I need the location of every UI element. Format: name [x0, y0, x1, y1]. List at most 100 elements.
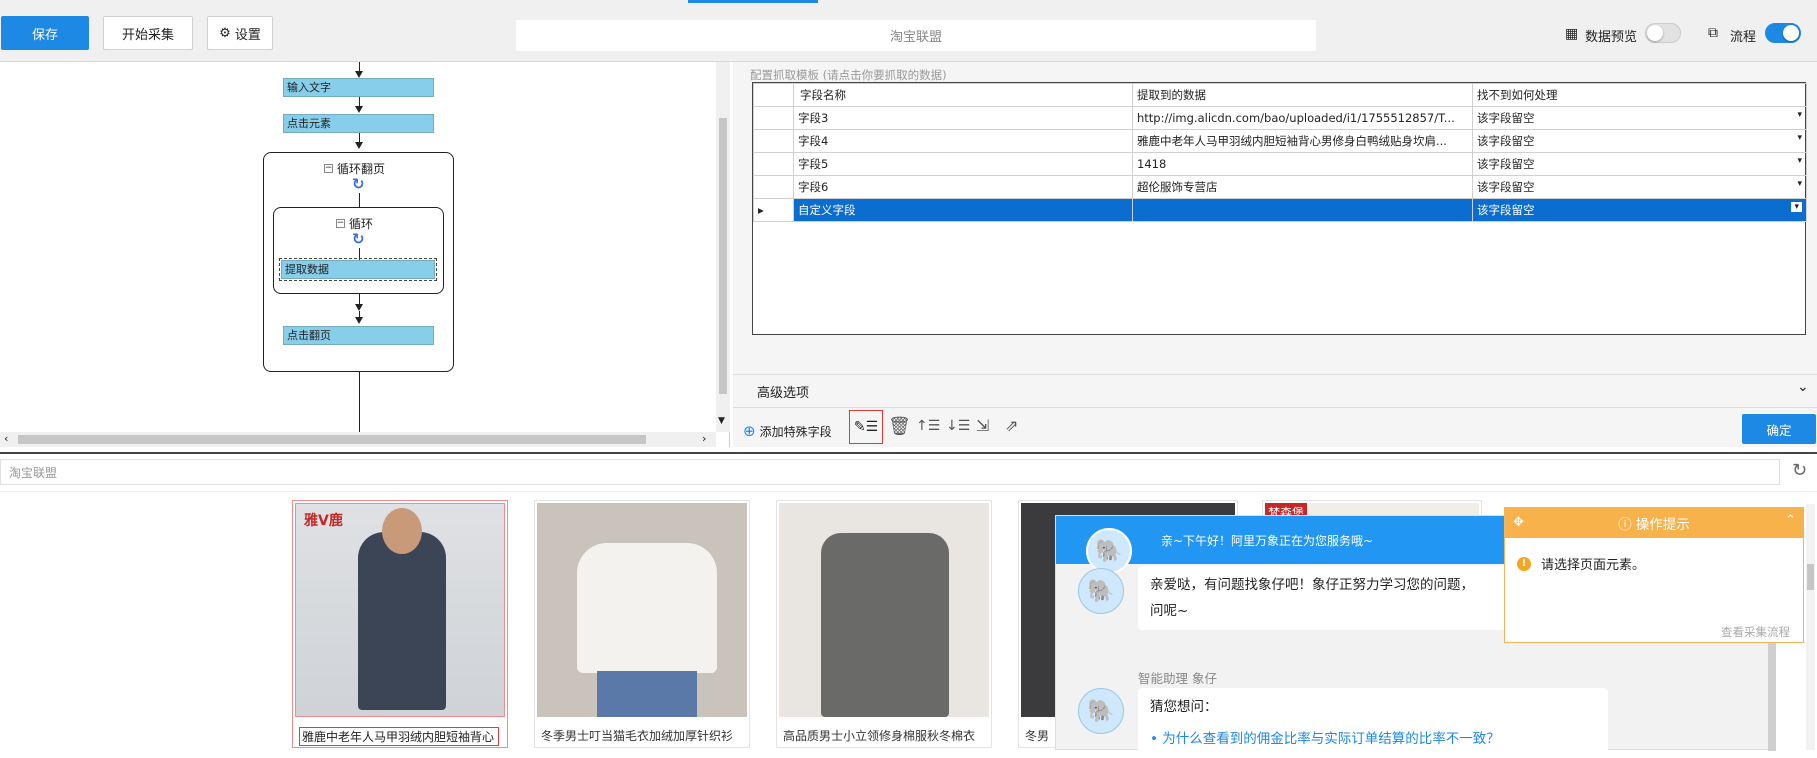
- handle-select[interactable]: ▾ 该字段留空: [1472, 106, 1807, 130]
- dropdown-icon[interactable]: ▾: [1797, 110, 1802, 120]
- person-head: [382, 508, 422, 554]
- advanced-options[interactable]: 高级选项: [757, 382, 809, 401]
- add-circle-icon: ⊕: [743, 422, 756, 440]
- suggested-question-link[interactable]: • 为什么查看到的佣金比率与实际订单结算的比率不一致？: [1150, 726, 1596, 752]
- flow-vertical-scrollbar[interactable]: ▼: [716, 62, 730, 432]
- handle-value: 该字段留空: [1477, 134, 1535, 148]
- delete-icon[interactable]: 🗑: [888, 416, 911, 437]
- row-indicator[interactable]: [753, 152, 794, 176]
- dropdown-icon[interactable]: ▾: [1797, 156, 1802, 166]
- guess-label: 猜您想问：: [1150, 699, 1218, 715]
- flow-node-extract-data[interactable]: 提取数据: [279, 258, 437, 281]
- row-indicator[interactable]: [753, 106, 794, 130]
- tip-title: 操作提示: [1635, 517, 1690, 533]
- column-header: 字段名称: [793, 83, 1133, 107]
- scroll-thumb[interactable]: [719, 118, 727, 394]
- loop-page-box[interactable]: − 循环翻页 ↻ − 循环 ↻ 提取数据 点击翻页: [263, 152, 454, 372]
- elephant-avatar-icon: 🐘: [1086, 528, 1132, 574]
- handle-select[interactable]: ▾ 该字段留空: [1472, 129, 1807, 153]
- product-image[interactable]: [537, 503, 747, 717]
- view-flow-link[interactable]: 查看采集流程: [1721, 624, 1790, 640]
- sweater-shape: [577, 543, 717, 673]
- export-icon[interactable]: ⇗: [1005, 416, 1018, 435]
- row-indicator[interactable]: [753, 175, 794, 199]
- table-row[interactable]: 字段3 http://img.alicdn.com/bao/uploaded/i1…: [753, 106, 1807, 130]
- confirm-button[interactable]: 确定: [1742, 414, 1816, 444]
- refresh-icon[interactable]: ↻: [1792, 460, 1807, 481]
- row-indicator[interactable]: [753, 129, 794, 153]
- table-row-selected[interactable]: ▸ 自定义字段 ▾ 该字段留空: [753, 198, 1807, 222]
- settings-button[interactable]: ⚙ 设置: [207, 16, 273, 50]
- collapse-up-icon[interactable]: ⌃: [1785, 513, 1796, 528]
- loop-icon: ↻: [352, 230, 365, 248]
- field-value-cell[interactable]: 1418: [1132, 152, 1473, 176]
- move-down-icon[interactable]: ↓☰: [946, 418, 970, 434]
- product-card[interactable]: 雅V鹿 雅鹿中老年人马甲羽绒内胆短袖背心: [292, 500, 508, 748]
- scroll-thumb[interactable]: [18, 435, 646, 444]
- product-card[interactable]: 高品质男士小立领修身棉服秋冬棉衣: [776, 500, 992, 748]
- loop-box[interactable]: − 循环 ↻ 提取数据: [273, 207, 444, 294]
- page-scrollbar[interactable]: [1806, 504, 1815, 750]
- flow-toggle[interactable]: [1765, 23, 1801, 43]
- product-image[interactable]: [779, 503, 989, 717]
- import-icon[interactable]: ⇲: [976, 416, 989, 435]
- table-row[interactable]: 字段4 雅鹿中老年人马甲羽绒内胆短袖背心男修身白鸭绒贴身坎肩... ▾ 该字段留空: [753, 129, 1807, 153]
- field-name-cell[interactable]: 字段3: [793, 106, 1133, 130]
- product-title[interactable]: 雅鹿中老年人马甲羽绒内胆短袖背心: [299, 727, 499, 746]
- field-name-cell[interactable]: 自定义字段: [793, 198, 1133, 222]
- vest-shape: [358, 532, 446, 710]
- start-collect-button[interactable]: 开始采集: [103, 16, 193, 50]
- page-url-title: 淘宝联盟: [516, 20, 1316, 51]
- field-value-cell[interactable]: 超伦服饰专营店: [1132, 175, 1473, 199]
- scroll-thumb[interactable]: [1807, 564, 1814, 590]
- field-value-cell[interactable]: [1132, 198, 1473, 222]
- row-pointer-icon[interactable]: ▸: [753, 198, 794, 222]
- handle-select[interactable]: ▾ 该字段留空: [1472, 152, 1807, 176]
- data-preview-toggle[interactable]: [1645, 23, 1681, 43]
- dropdown-icon[interactable]: ▾: [1797, 179, 1802, 189]
- field-grid: 字段名称 提取到的数据 找不到如何处理 字段3 http://img.alicdn…: [752, 82, 1807, 335]
- table-row[interactable]: 字段5 1418 ▾ 该字段留空: [753, 152, 1807, 176]
- product-image[interactable]: 雅V鹿: [295, 503, 505, 717]
- handle-select[interactable]: ▾ 该字段留空: [1472, 198, 1807, 222]
- drag-move-icon[interactable]: ✥: [1513, 515, 1524, 530]
- suggested-question-text[interactable]: 为什么查看到的佣金比率与实际订单结算的比率不一致？: [1162, 731, 1500, 747]
- add-special-label: 添加特殊字段: [759, 424, 832, 439]
- move-up-icon[interactable]: ↑☰: [916, 418, 940, 434]
- dropdown-icon[interactable]: ▾: [1797, 133, 1802, 143]
- add-special-field-button[interactable]: ⊕ 添加特殊字段: [743, 422, 832, 440]
- tip-message-text: 请选择页面元素。: [1541, 558, 1646, 573]
- loop-icon: ↻: [352, 175, 365, 193]
- elephant-avatar-icon: 🐘: [1078, 568, 1124, 614]
- table-row[interactable]: 字段6 超伦服饰专营店 ▾ 该字段留空: [753, 175, 1807, 199]
- edit-field-icon[interactable]: ✎☰: [849, 410, 883, 444]
- product-card[interactable]: 冬季男士叮当猫毛衣加绒加厚针织衫: [534, 500, 750, 748]
- product-title[interactable]: 冬季男士叮当猫毛衣加绒加厚针织衫: [541, 727, 741, 744]
- elephant-avatar-icon: 🐘: [1078, 688, 1124, 734]
- field-name-cell[interactable]: 字段6: [793, 175, 1133, 199]
- product-title[interactable]: 高品质男士小立领修身棉服秋冬棉衣: [783, 727, 983, 744]
- info-icon: ⓘ: [1618, 517, 1632, 533]
- handle-value: 该字段留空: [1477, 157, 1535, 171]
- save-button[interactable]: 保存: [1, 16, 89, 50]
- collapse-icon[interactable]: −: [336, 219, 345, 228]
- chevron-down-icon[interactable]: ⌄: [1797, 379, 1809, 395]
- template-hint: 配置抓取模板 (请点击你要抓取的数据): [750, 68, 947, 82]
- dropdown-icon[interactable]: ▾: [1791, 202, 1802, 212]
- scroll-down-icon[interactable]: ▼: [718, 416, 725, 426]
- address-bar[interactable]: 淘宝联盟: [0, 459, 1780, 485]
- field-value-cell[interactable]: http://img.alicdn.com/bao/uploaded/i1/17…: [1132, 106, 1473, 130]
- flow-node-input-text[interactable]: 输入文字: [283, 78, 434, 97]
- flow-node-click-page[interactable]: 点击翻页: [283, 326, 434, 345]
- collapse-icon[interactable]: −: [324, 164, 333, 173]
- field-name-cell[interactable]: 字段5: [793, 152, 1133, 176]
- scroll-left-icon[interactable]: ‹: [4, 432, 8, 445]
- gear-icon: ⚙: [219, 25, 231, 41]
- flow-horizontal-scrollbar[interactable]: ‹ ›: [0, 432, 716, 447]
- settings-label: 设置: [234, 27, 261, 43]
- field-value-cell[interactable]: 雅鹿中老年人马甲羽绒内胆短袖背心男修身白鸭绒贴身坎肩...: [1132, 129, 1473, 153]
- scroll-right-icon[interactable]: ›: [702, 432, 706, 445]
- handle-select[interactable]: ▾ 该字段留空: [1472, 175, 1807, 199]
- field-name-cell[interactable]: 字段4: [793, 129, 1133, 153]
- flow-node-click-element[interactable]: 点击元素: [283, 114, 434, 133]
